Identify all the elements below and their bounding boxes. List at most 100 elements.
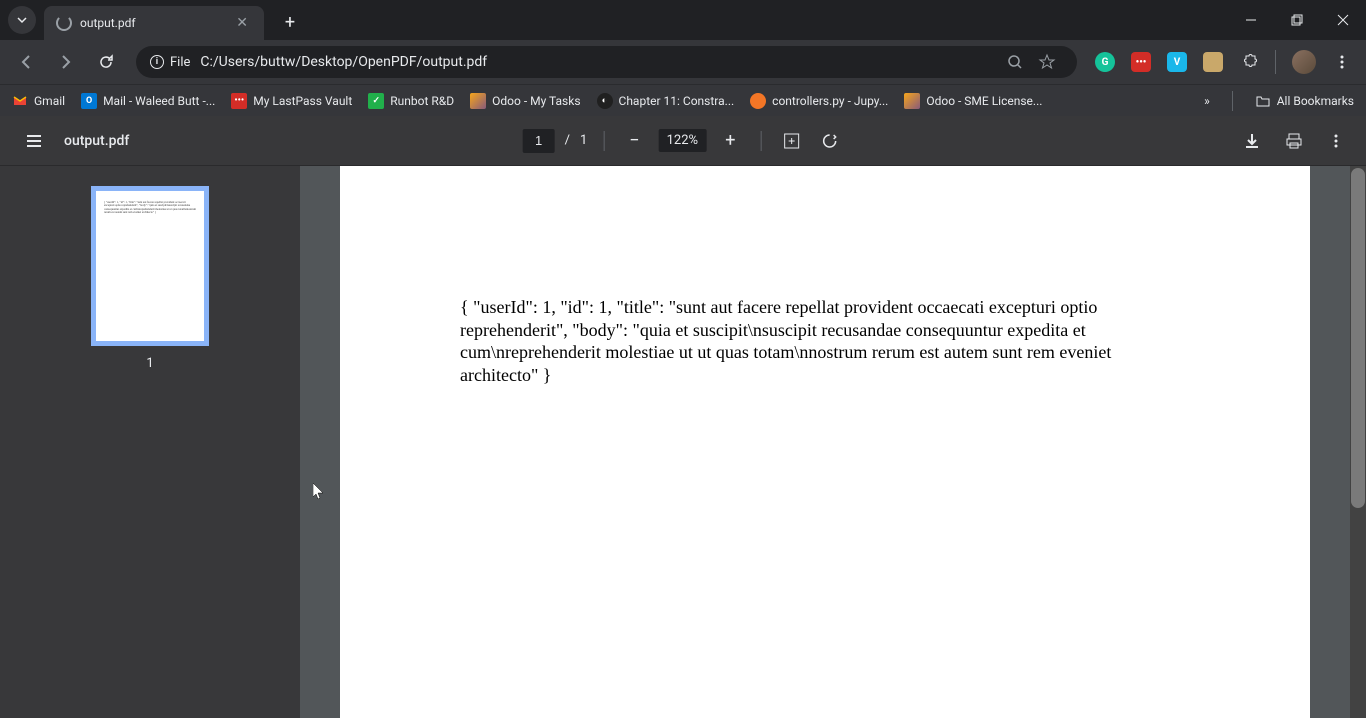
bookmark-outlook[interactable]: O Mail - Waleed Butt -... — [81, 93, 215, 109]
hamburger-icon — [24, 131, 44, 151]
extension-other[interactable] — [1199, 48, 1227, 76]
separator — [760, 131, 761, 151]
fit-icon — [782, 132, 800, 150]
reload-icon — [97, 53, 115, 71]
doc-icon: ◐ — [597, 93, 613, 109]
bookmarks-overflow-button[interactable]: » — [1204, 94, 1210, 108]
new-tab-button[interactable]: + — [276, 8, 304, 36]
jupyter-icon — [750, 93, 766, 109]
bookmark-lastpass[interactable]: ••• My LastPass Vault — [231, 93, 352, 109]
gmail-icon — [12, 93, 28, 109]
maximize-button[interactable] — [1274, 0, 1320, 40]
extension-vimeo[interactable]: V — [1163, 48, 1191, 76]
pdf-page: { "userId": 1, "id": 1, "title": "sunt a… — [340, 166, 1310, 718]
puzzle-icon — [1240, 53, 1258, 71]
runbot-icon: ✓ — [368, 93, 384, 109]
bookmark-label: Odoo - My Tasks — [492, 94, 580, 108]
zoom-out-button[interactable]: − — [620, 127, 648, 155]
tab-close-button[interactable]: ✕ — [232, 15, 252, 31]
file-label: File — [170, 55, 190, 70]
zoom-level[interactable]: 122% — [658, 129, 706, 152]
all-bookmarks-label: All Bookmarks — [1277, 94, 1354, 108]
rotate-button[interactable] — [815, 127, 843, 155]
bookmark-label: Chapter 11: Constra... — [619, 94, 735, 108]
folder-icon — [1255, 93, 1271, 109]
extension-grammarly[interactable]: G — [1091, 48, 1119, 76]
fit-page-button[interactable] — [777, 127, 805, 155]
forward-button[interactable] — [48, 44, 84, 80]
maximize-icon — [1291, 14, 1303, 26]
pdf-toolbar: output.pdf / 1 − 122% + — [0, 116, 1366, 166]
thumbnail-page-label: 1 — [146, 356, 153, 371]
rotate-icon — [820, 132, 838, 150]
lastpass-icon: ••• — [231, 93, 247, 109]
pdf-toolbar-center: / 1 − 122% + — [523, 127, 844, 155]
scrollbar-thumb[interactable] — [1351, 168, 1365, 508]
bookmark-odoo-tasks[interactable]: Odoo - My Tasks — [470, 93, 580, 109]
pdf-toolbar-right — [1238, 127, 1350, 155]
pdf-more-button[interactable] — [1322, 127, 1350, 155]
close-window-button[interactable] — [1320, 0, 1366, 40]
page-number-input[interactable] — [523, 129, 555, 153]
zoom-indicator-button[interactable] — [999, 54, 1031, 70]
tab-title: output.pdf — [80, 16, 232, 30]
arrow-left-icon — [17, 53, 35, 71]
separator — [603, 131, 604, 151]
chrome-menu-button[interactable] — [1328, 48, 1356, 76]
grammarly-icon: G — [1095, 52, 1115, 72]
bookmarks-bar: Gmail O Mail - Waleed Butt -... ••• My L… — [0, 84, 1366, 116]
vimeo-icon: V — [1167, 52, 1187, 72]
pdf-sidebar-toggle-button[interactable] — [16, 123, 52, 159]
tab-search-button[interactable] — [8, 6, 36, 34]
reload-button[interactable] — [88, 44, 124, 80]
vertical-scrollbar[interactable] — [1350, 166, 1366, 718]
outlook-icon: O — [81, 93, 97, 109]
bookmark-runbot[interactable]: ✓ Runbot R&D — [368, 93, 454, 109]
bookmark-jupyter[interactable]: controllers.py - Jupy... — [750, 93, 888, 109]
overflow-label: » — [1204, 94, 1210, 108]
profile-avatar[interactable] — [1292, 50, 1316, 74]
back-button[interactable] — [8, 44, 44, 80]
info-icon: i — [150, 55, 164, 69]
minimize-button[interactable] — [1228, 0, 1274, 40]
bookmark-star-button[interactable] — [1031, 53, 1063, 71]
odoo-icon — [904, 93, 920, 109]
thumbnail-preview-text: { "userId": 1, "id": 1, "title": "sunt a… — [104, 201, 196, 214]
separator — [1232, 91, 1233, 111]
page-thumbnail[interactable]: { "userId": 1, "id": 1, "title": "sunt a… — [91, 186, 209, 346]
address-bar[interactable]: i File C:/Users/buttw/Desktop/OpenPDF/ou… — [136, 46, 1077, 78]
pdf-filename: output.pdf — [64, 133, 129, 149]
pdf-thumbnail-sidebar: { "userId": 1, "id": 1, "title": "sunt a… — [0, 166, 300, 718]
page-total: 1 — [580, 133, 587, 148]
print-button[interactable] — [1280, 127, 1308, 155]
separator — [1275, 50, 1276, 74]
extensions-button[interactable] — [1235, 48, 1263, 76]
bookmark-chapter11[interactable]: ◐ Chapter 11: Constra... — [597, 93, 735, 109]
bookmark-label: My LastPass Vault — [253, 94, 352, 108]
download-button[interactable] — [1238, 127, 1266, 155]
star-icon — [1038, 53, 1056, 71]
file-indicator: i File — [150, 55, 190, 70]
print-icon — [1285, 132, 1303, 150]
bookmark-label: Runbot R&D — [390, 94, 454, 108]
browser-titlebar: output.pdf ✕ + — [0, 0, 1366, 40]
lastpass-icon: ••• — [1131, 52, 1151, 72]
all-bookmarks-button[interactable]: All Bookmarks — [1255, 93, 1354, 109]
bookmark-gmail[interactable]: Gmail — [12, 93, 65, 109]
window-controls — [1228, 0, 1366, 40]
download-icon — [1243, 132, 1261, 150]
bookmark-label: controllers.py - Jupy... — [772, 94, 888, 108]
kebab-icon — [1334, 54, 1350, 70]
tab-favicon-loading-icon — [56, 15, 72, 31]
zoom-in-button[interactable]: + — [716, 127, 744, 155]
pdf-page-text: { "userId": 1, "id": 1, "title": "sunt a… — [460, 296, 1190, 386]
close-icon — [1337, 14, 1349, 26]
chevron-down-icon — [16, 14, 28, 26]
pdf-page-viewport[interactable]: { "userId": 1, "id": 1, "title": "sunt a… — [300, 166, 1350, 718]
extension-lastpass[interactable]: ••• — [1127, 48, 1155, 76]
extension-icon — [1203, 52, 1223, 72]
browser-tab[interactable]: output.pdf ✕ — [44, 6, 264, 40]
arrow-right-icon — [57, 53, 75, 71]
bookmark-label: Odoo - SME License... — [926, 94, 1042, 108]
bookmark-odoo-sme[interactable]: Odoo - SME License... — [904, 93, 1042, 109]
